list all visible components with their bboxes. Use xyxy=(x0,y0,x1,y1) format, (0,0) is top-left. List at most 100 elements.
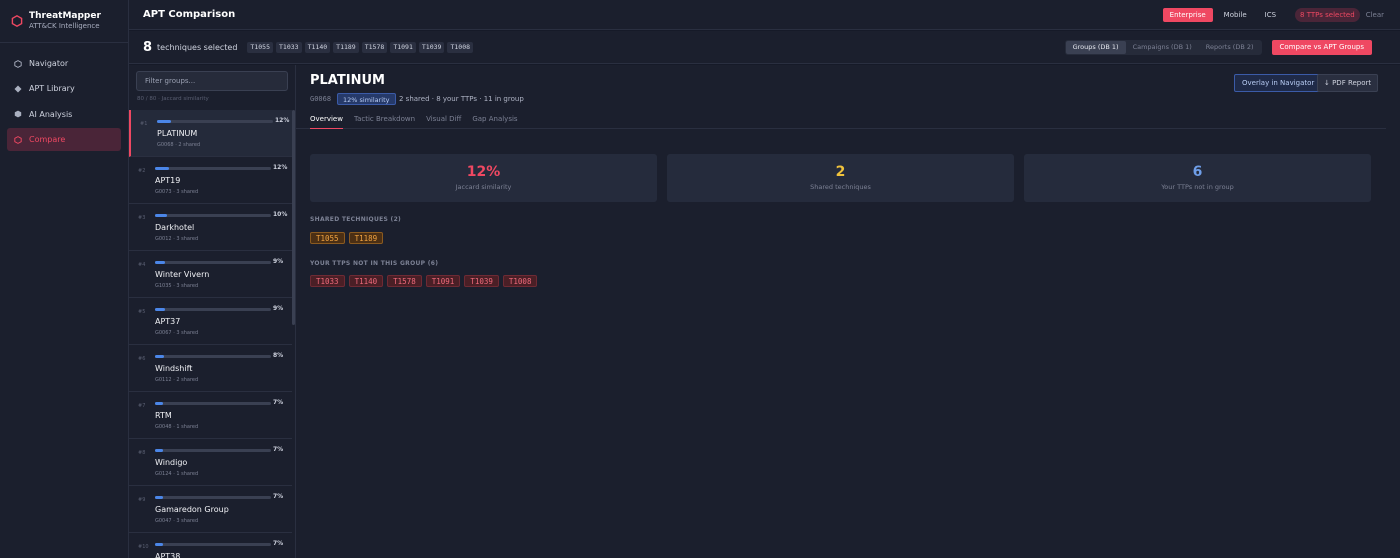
similarity-bar xyxy=(157,120,273,123)
tab-visual-diff[interactable]: Visual Diff xyxy=(426,115,461,129)
group-row[interactable]: #7 7% RTM G0048 · 1 shared xyxy=(129,392,292,439)
group-meta: G0048 · 1 shared xyxy=(155,424,199,430)
sidebar-item-navigator[interactable]: Navigator xyxy=(7,52,121,75)
stat-label: Your TTPs not in group xyxy=(1161,183,1234,191)
overlay-navigator-button[interactable]: Overlay in Navigator xyxy=(1234,74,1323,92)
technique-chip[interactable]: T1140 xyxy=(304,41,331,53)
technique-chip[interactable]: T1033 xyxy=(276,41,302,53)
similarity-bar-fill xyxy=(157,120,171,123)
stat-value: 2 xyxy=(835,164,846,180)
missing-techniques-list: T1033 T1140 T1578 T1091 T1039 T1008 xyxy=(310,275,538,287)
missing-technique-tag[interactable]: T1039 xyxy=(464,275,499,287)
group-meta: G0047 · 3 shared xyxy=(155,518,199,524)
shared-technique-tag[interactable]: T1189 xyxy=(348,232,384,244)
group-row[interactable]: #1 12% PLATINUM G0068 · 2 shared xyxy=(129,110,292,157)
shared-techniques-list: T1055 T1189 xyxy=(310,232,384,244)
diamond-icon xyxy=(14,85,22,93)
missing-technique-tag[interactable]: T1008 xyxy=(502,275,538,287)
tab-overview[interactable]: Overview xyxy=(310,115,343,129)
group-rank: #5 xyxy=(138,309,146,315)
compare-controls: Groups (DB 1) Campaigns (DB 1) Reports (… xyxy=(1064,40,1372,55)
similarity-bar xyxy=(155,167,271,170)
shared-techniques-heading: SHARED TECHNIQUES (2) xyxy=(310,216,402,223)
pdf-report-button[interactable]: ↓ PDF Report xyxy=(1317,74,1379,92)
sidebar-item-compare[interactable]: Compare xyxy=(7,128,121,152)
brand[interactable]: ThreatMapper ATT&CK Intelligence xyxy=(0,0,128,43)
group-rank: #6 xyxy=(138,356,146,362)
stat-card-not-in-group: 6 Your TTPs not in group xyxy=(1024,154,1371,202)
domain-enterprise-button[interactable]: Enterprise xyxy=(1162,8,1213,22)
shared-technique-tag[interactable]: T1055 xyxy=(310,232,345,244)
group-row[interactable]: #3 10% Darkhotel G0012 · 3 shared xyxy=(129,204,292,251)
domain-ics-button[interactable]: ICS xyxy=(1258,8,1283,22)
group-row[interactable]: #5 9% APT37 G0067 · 3 shared xyxy=(129,298,292,345)
stat-card-shared: 2 Shared techniques xyxy=(667,154,1014,202)
similarity-percent: 7% xyxy=(273,493,284,500)
sidebar-item-apt-library[interactable]: APT Library xyxy=(7,77,121,100)
technique-chip[interactable]: T1091 xyxy=(390,41,416,53)
app-subtitle: ATT&CK Intelligence xyxy=(29,22,100,30)
group-row[interactable]: #9 7% Gamaredon Group G0047 · 3 shared xyxy=(129,486,292,533)
hexagon-outline-icon xyxy=(14,135,22,144)
domain-switcher: Enterprise Mobile ICS 8 TTPs selected Cl… xyxy=(1162,8,1386,22)
group-name: Darkhotel xyxy=(155,223,195,232)
similarity-percent: 7% xyxy=(273,399,284,406)
similarity-bar xyxy=(155,449,271,452)
similarity-bar xyxy=(155,402,271,405)
technique-chip[interactable]: T1039 xyxy=(418,41,445,53)
sidebar-item-label: APT Library xyxy=(29,84,75,94)
group-name: Winter Vivern xyxy=(155,270,210,279)
similarity-percent: 9% xyxy=(273,258,284,265)
similarity-bar-fill xyxy=(155,449,164,452)
group-row[interactable]: #10 7% APT38 xyxy=(129,533,292,558)
group-row[interactable]: #8 7% Windigo G0124 · 1 shared xyxy=(129,439,292,486)
group-name: APT37 xyxy=(155,317,181,326)
similarity-bar-fill xyxy=(155,261,166,264)
group-list: #1 12% PLATINUM G0068 · 2 shared #2 12% APT19 G… xyxy=(129,110,292,558)
group-rank: #7 xyxy=(138,403,146,409)
selection-bar: 8 techniques selected T1055 T1033 T1140 … xyxy=(129,31,1400,64)
technique-chip[interactable]: T1189 xyxy=(333,41,359,53)
similarity-bar-fill xyxy=(155,214,167,217)
filter-groups-input[interactable] xyxy=(136,71,288,91)
source-groups-option[interactable]: Groups (DB 1) xyxy=(1065,41,1126,54)
app-name: ThreatMapper xyxy=(29,11,101,21)
missing-technique-tag[interactable]: T1578 xyxy=(387,275,422,287)
source-campaigns-option[interactable]: Campaigns (DB 1) xyxy=(1126,41,1199,54)
clear-button[interactable]: Clear xyxy=(1364,8,1386,22)
selected-count: 8 xyxy=(143,39,153,55)
group-rank: #1 xyxy=(140,121,148,127)
missing-technique-tag[interactable]: T1140 xyxy=(348,275,384,287)
group-rank: #8 xyxy=(138,450,146,456)
similarity-badge: 12% similarity xyxy=(337,93,396,105)
technique-chip[interactable]: T1008 xyxy=(447,41,474,53)
stat-card-jaccard: 12% Jaccard similarity xyxy=(310,154,657,202)
group-name: APT19 xyxy=(155,176,181,185)
tab-tactic-breakdown[interactable]: Tactic Breakdown xyxy=(354,115,415,129)
group-name: Windigo xyxy=(155,458,188,467)
group-rank: #4 xyxy=(138,262,146,268)
similarity-bar-fill xyxy=(155,308,166,311)
compare-button[interactable]: Compare vs APT Groups xyxy=(1271,40,1372,55)
ttps-selected-badge: 8 TTPs selected xyxy=(1295,8,1360,22)
similarity-percent: 12% xyxy=(275,117,290,124)
sidebar-item-label: Navigator xyxy=(29,59,69,68)
missing-technique-tag[interactable]: T1091 xyxy=(425,275,461,287)
domain-mobile-button[interactable]: Mobile xyxy=(1217,8,1254,22)
hexagon-logo-icon xyxy=(11,15,23,27)
technique-chip[interactable]: T1578 xyxy=(361,41,388,53)
group-meta: G0073 · 3 shared xyxy=(155,189,199,195)
technique-chip[interactable]: T1055 xyxy=(247,41,273,53)
similarity-bar xyxy=(155,214,271,217)
group-row[interactable]: #6 8% Windshift G0112 · 2 shared xyxy=(129,345,292,392)
similarity-bar xyxy=(155,543,271,546)
group-row[interactable]: #2 12% APT19 G0073 · 3 shared xyxy=(129,157,292,204)
sidebar-item-ai-analysis[interactable]: AI Analysis xyxy=(7,103,121,126)
group-row[interactable]: #4 9% Winter Vivern G1035 · 3 shared xyxy=(129,251,292,298)
scrollbar[interactable] xyxy=(292,110,295,325)
missing-technique-tag[interactable]: T1033 xyxy=(310,275,345,287)
similarity-bar-fill xyxy=(155,543,164,546)
tab-gap-analysis[interactable]: Gap Analysis xyxy=(472,115,517,129)
group-name: RTM xyxy=(155,411,172,420)
source-reports-option[interactable]: Reports (DB 2) xyxy=(1199,41,1261,54)
